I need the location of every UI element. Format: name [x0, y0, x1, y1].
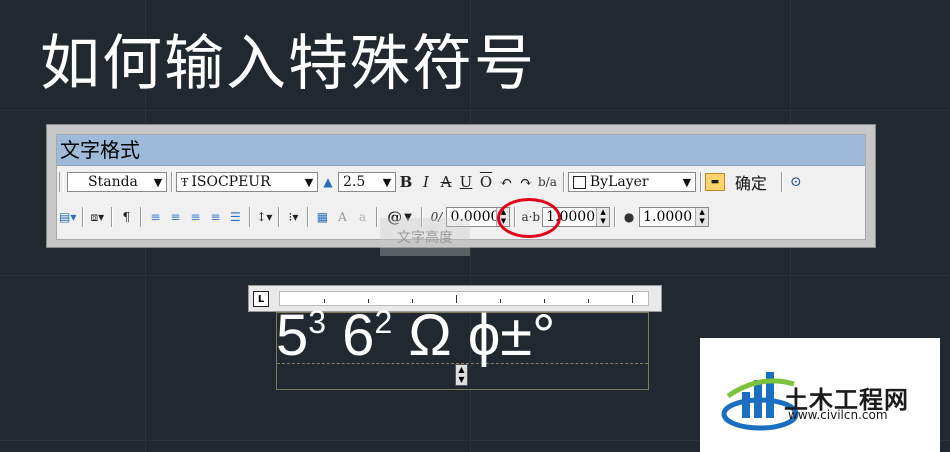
resize-handle-icon[interactable]: ▲ ▼: [455, 364, 468, 386]
text-height-value: 2.5: [343, 174, 366, 190]
toolbar-row-1: Standa ▼ Ŧ ISOCPEUR ▼ ▲ 2.5 ▼ B I A U O …: [57, 170, 806, 194]
watermark-logo: 土木工程网 www.civilcn.com: [700, 338, 940, 452]
font-value: ISOCPEUR: [191, 174, 271, 190]
separator: [171, 172, 172, 192]
separator: [307, 207, 309, 227]
separator: [562, 172, 564, 192]
watermark-url: www.civilcn.com: [788, 408, 888, 422]
ruler-toggle-icon[interactable]: ▬: [704, 173, 725, 191]
text-height-select[interactable]: 2.5 ▼: [338, 172, 396, 192]
highlight-circle: [497, 198, 561, 238]
justify-icon[interactable]: ≡: [205, 207, 225, 227]
editor-text[interactable]: 53 62 Ω ϕ±°: [276, 306, 555, 365]
separator: [140, 207, 142, 227]
editor-text-part: 6: [326, 303, 375, 368]
spinner-arrows-icon[interactable]: ▲ ▼: [695, 208, 709, 226]
insert-field-icon[interactable]: ▦: [312, 207, 332, 227]
separator: [249, 207, 251, 227]
ruler-tick: [588, 299, 589, 303]
superscript: 3: [308, 304, 327, 340]
strikethrough-button[interactable]: A: [436, 172, 456, 192]
overline-button[interactable]: O: [476, 172, 496, 192]
text-style-select[interactable]: Standa ▼: [67, 172, 167, 192]
justification-icon[interactable]: ⧈▾: [87, 207, 107, 227]
separator: [699, 172, 701, 192]
stack-button[interactable]: b/a: [536, 172, 559, 192]
color-value: ByLayer: [589, 174, 649, 190]
color-swatch-icon: [572, 175, 586, 189]
annotative-icon[interactable]: ▲: [318, 172, 338, 192]
window-title[interactable]: 文字格式: [57, 135, 865, 166]
page-title: 如何输入特殊符号: [40, 29, 536, 99]
line-spacing-icon[interactable]: ↕▾: [254, 207, 274, 227]
chevron-down-icon: ▼: [301, 173, 317, 191]
chevron-down-icon: ▼: [379, 173, 395, 191]
toolbar-grip[interactable]: [59, 172, 64, 192]
spinner-arrows-icon[interactable]: ▲ ▼: [596, 208, 610, 226]
separator: [278, 207, 280, 227]
ruler-tick: [324, 299, 325, 303]
width-factor-input[interactable]: 1.0000 ▲ ▼: [639, 207, 710, 227]
chevron-down-icon: ▼: [678, 173, 695, 191]
bold-button[interactable]: B: [396, 172, 416, 192]
width-factor-value: 1.0000: [643, 209, 693, 225]
ruler-tick: [632, 295, 633, 303]
font-select[interactable]: Ŧ ISOCPEUR ▼: [176, 172, 318, 192]
italic-button[interactable]: I: [416, 172, 436, 192]
options-icon[interactable]: ⊙: [786, 172, 806, 192]
separator: [82, 207, 84, 227]
paragraph-icon[interactable]: ¶: [116, 207, 136, 227]
lowercase-icon[interactable]: a: [352, 207, 372, 227]
separator: [111, 207, 113, 227]
separator: [376, 207, 378, 227]
align-right-icon[interactable]: ≡: [185, 207, 205, 227]
color-select[interactable]: ByLayer ▼: [567, 172, 696, 192]
underline-button[interactable]: U: [456, 172, 476, 192]
separator: [614, 207, 616, 227]
grid-line: [0, 110, 950, 111]
text-style-value: Standa: [88, 174, 138, 190]
truetype-font-icon: Ŧ: [181, 175, 189, 189]
columns-icon[interactable]: ▤▾: [57, 207, 78, 227]
ok-button[interactable]: 确定: [725, 170, 777, 194]
distribute-icon[interactable]: ☰: [225, 207, 245, 227]
align-center-icon[interactable]: ≡: [165, 207, 185, 227]
width-factor-icon: ●: [623, 210, 635, 224]
ruler-tick: [456, 295, 457, 303]
grid-line: [0, 275, 950, 276]
separator: [780, 172, 782, 192]
undo-button[interactable]: ↶: [496, 172, 516, 192]
chevron-down-icon: ▼: [150, 173, 166, 191]
align-left-icon[interactable]: ≡: [145, 207, 165, 227]
uppercase-icon[interactable]: A: [332, 207, 352, 227]
text-height-tooltip: 文字高度: [380, 218, 470, 256]
editor-text-part: Ω ϕ±°: [392, 303, 556, 368]
numbering-icon[interactable]: ⁝▾: [283, 207, 303, 227]
superscript: 2: [374, 304, 393, 340]
redo-button[interactable]: ↷: [516, 172, 536, 192]
editor-text-part: 5: [276, 303, 309, 368]
tab-type-button[interactable]: L: [253, 291, 269, 307]
